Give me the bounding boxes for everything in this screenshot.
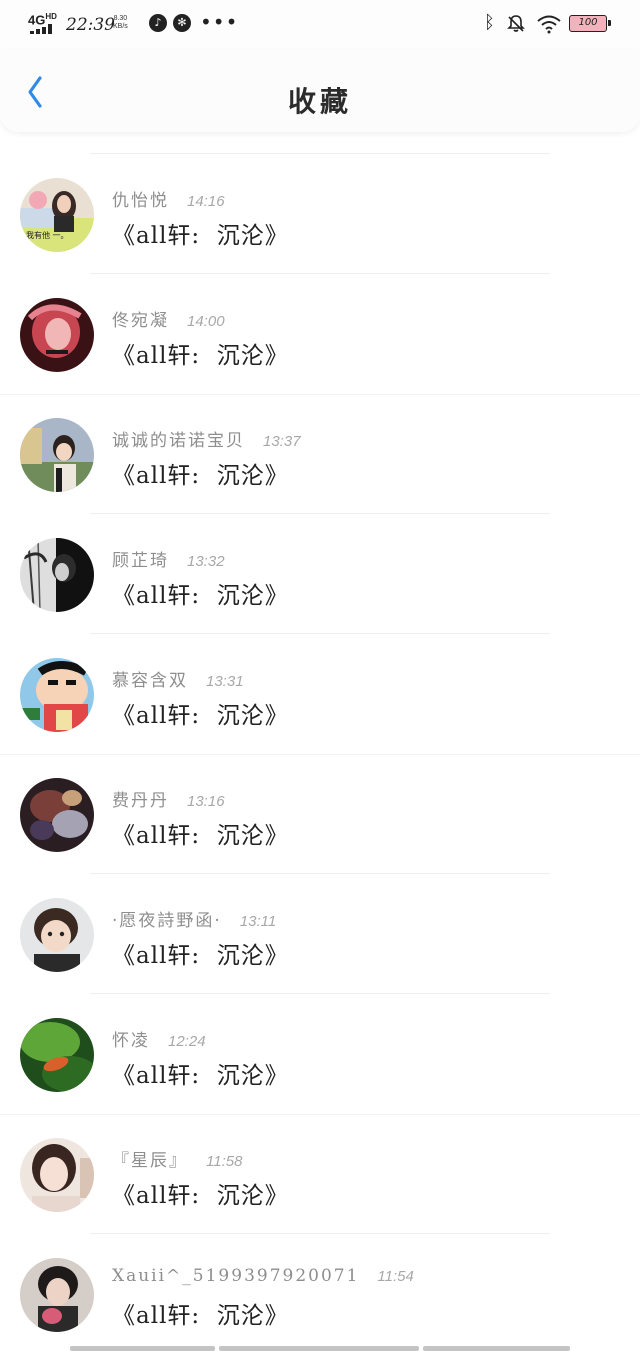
- user-name: 怀凌 12:24: [112, 1026, 206, 1051]
- wifi-icon: [536, 14, 562, 34]
- clock: 22:39: [66, 15, 115, 35]
- message-preview: 《all轩: 沉沦》: [112, 1183, 289, 1209]
- message-preview: 《all轩: 沉沦》: [112, 703, 289, 729]
- bluetooth-icon: ᛒ: [484, 12, 495, 33]
- bottom-scroll-indicator: [70, 1346, 570, 1351]
- avatar[interactable]: [20, 538, 94, 612]
- message-time: 13:31: [206, 673, 244, 690]
- list-item[interactable]: 佟宛凝 14:00 《all轩: 沉沦》: [0, 274, 640, 395]
- message-time: 11:58: [206, 1153, 243, 1170]
- header: 收藏: [0, 50, 640, 132]
- message-time: 13:32: [187, 553, 225, 570]
- fan-app-icon: ✻: [173, 14, 191, 32]
- user-name: ·愿夜詩野函· 13:11: [112, 906, 276, 931]
- avatar[interactable]: [20, 778, 94, 852]
- avatar[interactable]: [20, 1258, 94, 1332]
- more-notifications-icon: •••: [200, 10, 239, 34]
- avatar-caption: 我有他 一。: [26, 231, 69, 240]
- user-name-text: 诚诚的诺诺宝贝: [112, 431, 245, 451]
- user-name: 『星辰』 11:58: [112, 1146, 242, 1171]
- message-time: 14:16: [187, 193, 225, 210]
- user-name-text: Xauii^_5199397920071: [112, 1266, 360, 1286]
- music-app-icon: ♪: [149, 14, 167, 32]
- page-title: 收藏: [287, 85, 352, 118]
- avatar[interactable]: [20, 658, 94, 732]
- speed-value: 8.30: [113, 15, 128, 22]
- message-time: 13:11: [239, 913, 277, 930]
- message-preview: 《all轩: 沉沦》: [112, 463, 289, 489]
- message-time: 14:00: [187, 313, 225, 330]
- message-preview: 《all轩: 沉沦》: [112, 1063, 289, 1089]
- message-time: 11:54: [377, 1268, 414, 1285]
- speed-unit: KB/s: [113, 23, 128, 30]
- list-item[interactable]: 费丹丹 13:16 《all轩: 沉沦》: [0, 754, 640, 874]
- user-name: Xauii^_5199397920071 11:54: [112, 1266, 414, 1286]
- user-name: 费丹丹 13:16: [112, 786, 225, 811]
- list-item[interactable]: 慕容含双 13:31 《all轩: 沉沦》: [0, 634, 640, 755]
- avatar[interactable]: [20, 418, 94, 492]
- avatar[interactable]: [20, 298, 94, 372]
- message-preview: 《all轩: 沉沦》: [112, 223, 289, 249]
- user-name: 仇怡悦 14:16: [112, 186, 225, 211]
- avatar[interactable]: 我有他 一。: [20, 178, 94, 252]
- message-preview: 《all轩: 沉沦》: [112, 943, 289, 969]
- user-name-text: 佟宛凝: [112, 311, 169, 331]
- network-hd: HD: [45, 12, 57, 21]
- message-time: 13:16: [187, 793, 225, 810]
- message-preview: 《all轩: 沉沦》: [112, 1303, 289, 1329]
- list-item[interactable]: 怀凌 12:24 《all轩: 沉沦》: [0, 994, 640, 1115]
- bell-muted-icon: [506, 14, 526, 34]
- message-time: 12:24: [168, 1033, 206, 1050]
- user-name-text: 『星辰』: [112, 1151, 188, 1171]
- message-preview: 《all轩: 沉沦》: [112, 823, 289, 849]
- favorites-screen: 4GHD 22:39 8.30 KB/s ♪ ✻ ••• ᛒ 100 收藏 我有…: [0, 0, 640, 1351]
- list-item[interactable]: 『星辰』 11:58 《all轩: 沉沦》: [0, 1114, 640, 1234]
- avatar[interactable]: [20, 898, 94, 972]
- user-name: 诚诚的诺诺宝贝 13:37: [112, 426, 301, 451]
- message-time: 13:37: [263, 433, 301, 450]
- avatar[interactable]: [20, 1138, 94, 1212]
- user-name-text: 仇怡悦: [112, 191, 169, 211]
- user-name-text: 顾芷琦: [112, 551, 169, 571]
- avatar[interactable]: [20, 1018, 94, 1092]
- user-name: 慕容含双 13:31: [112, 666, 244, 691]
- favorites-list: 我有他 一。 仇怡悦 14:16 《all轩: 沉沦》 佟宛凝 14:00 《all…: [0, 153, 640, 1351]
- list-item[interactable]: 我有他 一。 仇怡悦 14:16 《all轩: 沉沦》: [0, 154, 640, 274]
- message-preview: 《all轩: 沉沦》: [112, 343, 289, 369]
- signal-icon: [30, 24, 54, 34]
- battery-icon: 100: [569, 15, 611, 32]
- message-preview: 《all轩: 沉沦》: [112, 583, 289, 609]
- user-name-text: 费丹丹: [112, 791, 169, 811]
- user-name: 佟宛凝 14:00: [112, 306, 225, 331]
- list-item[interactable]: 诚诚的诺诺宝贝 13:37 《all轩: 沉沦》: [0, 394, 640, 514]
- user-name-text: 怀凌: [112, 1031, 150, 1051]
- user-name: 顾芷琦 13:32: [112, 546, 225, 571]
- list-item[interactable]: ·愿夜詩野函· 13:11 《all轩: 沉沦》: [0, 874, 640, 994]
- list-item[interactable]: 顾芷琦 13:32 《all轩: 沉沦》: [0, 514, 640, 634]
- list-item[interactable]: Xauii^_5199397920071 11:54 《all轩: 沉沦》: [0, 1234, 640, 1351]
- user-name-text: 慕容含双: [112, 671, 188, 691]
- network-speed: 8.30 KB/s: [113, 15, 128, 31]
- user-name-text: ·愿夜詩野函·: [112, 911, 222, 931]
- status-bar: 4GHD 22:39 8.30 KB/s ♪ ✻ ••• ᛒ 100: [0, 0, 640, 50]
